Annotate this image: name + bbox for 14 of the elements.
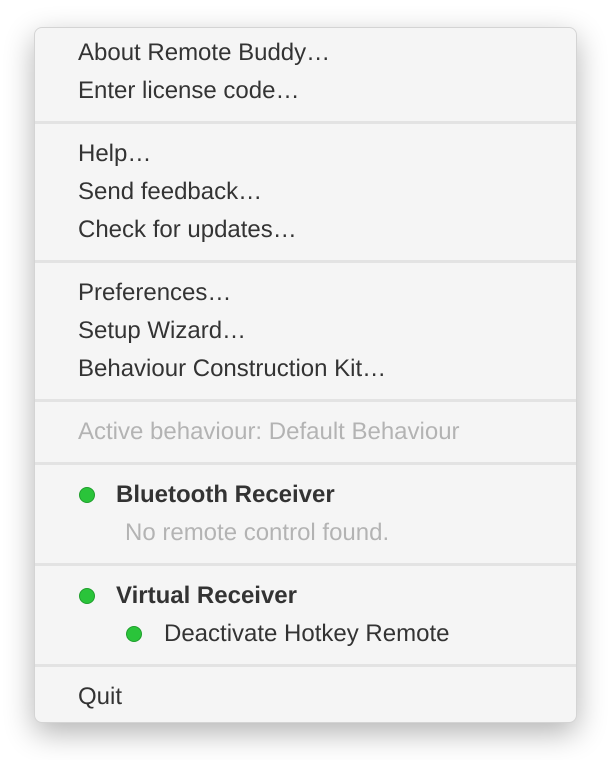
receiver-title: Bluetooth Receiver — [116, 480, 335, 510]
menu-item[interactable]: Behaviour Construction Kit… — [78, 350, 386, 388]
menu-item[interactable]: Deactivate Hotkey Remote — [164, 615, 450, 653]
status-text: No remote control found. — [125, 518, 390, 548]
menu-item[interactable]: Check for updates… — [78, 211, 297, 249]
menu-item[interactable]: Send feedback… — [78, 173, 262, 211]
status-text: Active behaviour: Default Behaviour — [78, 417, 460, 447]
menu-item[interactable]: Quit — [78, 678, 122, 716]
menu-item[interactable]: Enter license code… — [78, 72, 300, 110]
receiver-title: Virtual Receiver — [116, 581, 297, 611]
menu-item[interactable]: Setup Wizard… — [78, 312, 246, 350]
menu-item[interactable]: About Remote Buddy… — [78, 34, 330, 72]
menu-item[interactable]: Help… — [78, 135, 152, 173]
menu-item[interactable]: Preferences… — [78, 274, 232, 312]
